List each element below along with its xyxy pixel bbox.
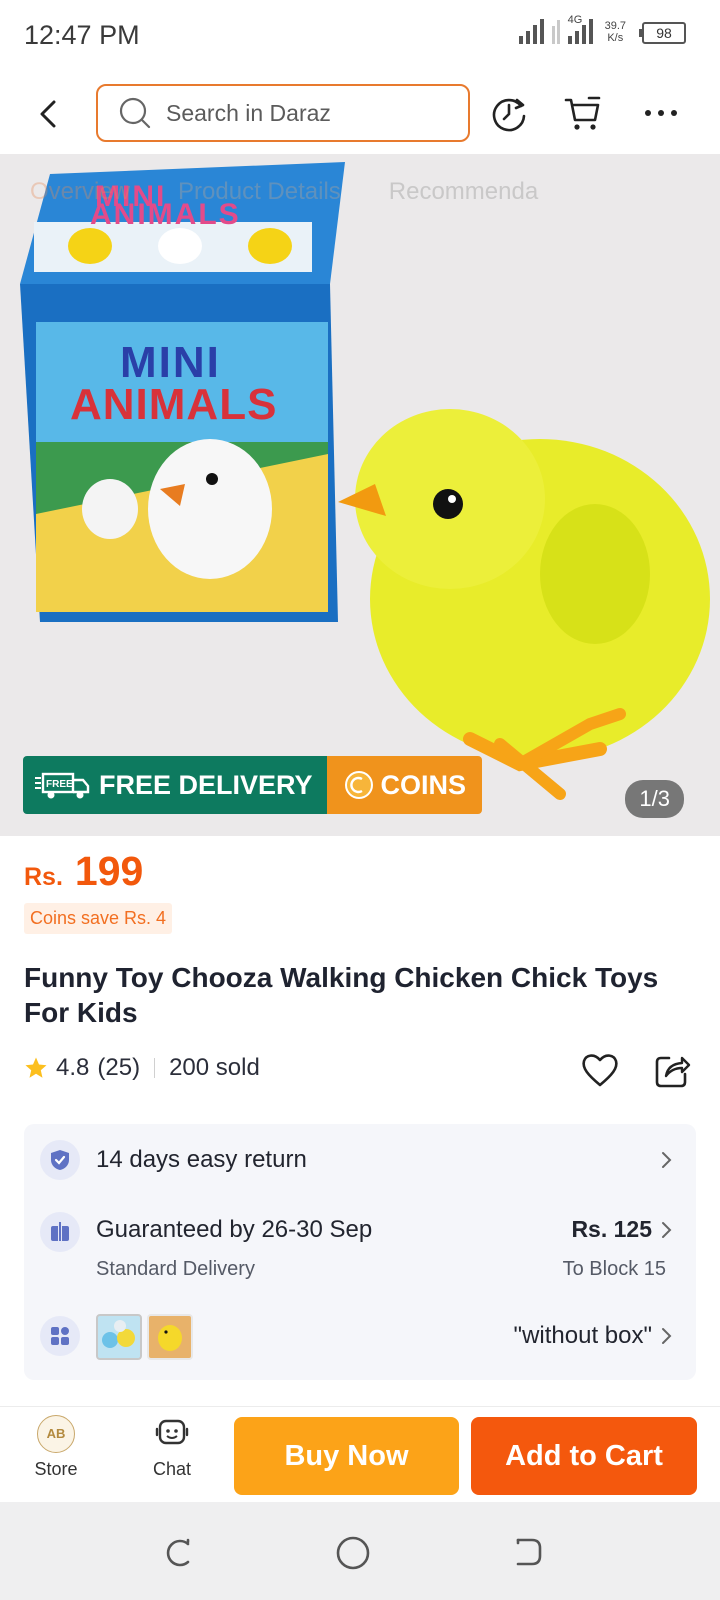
network-type: 4G (567, 14, 583, 26)
back-icon[interactable] (510, 1534, 546, 1570)
data-transfer-icon (551, 18, 560, 44)
delivery-box-icon (40, 1212, 80, 1252)
signal-4g-icon: 4G (567, 14, 593, 44)
buy-now-button[interactable]: Buy Now (234, 1417, 459, 1495)
star-icon (25, 1057, 47, 1078)
chat-label: Chat (152, 1459, 192, 1479)
rating-row[interactable]: 4.8 (25) 200 sold (24, 1054, 260, 1082)
bottom-action-bar: AB Store Chat Buy Now Add to Cart (0, 1406, 720, 1502)
tab-overview[interactable]: Overview (30, 178, 130, 206)
net-speed: 39.7 K/s (605, 20, 626, 44)
delivery-text: Guaranteed by 26-30 Sep (96, 1216, 373, 1243)
net-speed-unit: K/s (607, 32, 624, 44)
variant-text: "without box" (513, 1322, 652, 1349)
status-bar: 12:47 PM 4G 39.7 K/s 98 (0, 0, 720, 72)
variant-thumb-1[interactable] (96, 1314, 142, 1360)
image-counter: 1/3 (625, 780, 684, 818)
delivery-price: Rs. 125 (571, 1216, 652, 1242)
product-title: Funny Toy Chooza Walking Chicken Chick T… (24, 962, 659, 1028)
delivery-location: To Block 15 (562, 1258, 666, 1280)
system-navigation-bar (0, 1502, 720, 1600)
search-icon (119, 97, 151, 129)
box-label-animals: ANIMALS (70, 380, 278, 429)
coins-text: COINS (380, 769, 467, 800)
status-time: 12:47 PM (24, 20, 140, 50)
back-arrow-icon[interactable] (30, 94, 70, 134)
divider (154, 1058, 156, 1078)
price-block: Rs. 199 Coins save Rs. 4 (24, 848, 173, 934)
coins-badge: COINS (326, 756, 483, 814)
info-card: 14 days easy return Guaranteed by 26-30 … (24, 1124, 696, 1380)
price-value: 199 (74, 848, 144, 894)
search-input[interactable]: Search in Daraz (96, 84, 470, 142)
rating-count: (25) (97, 1054, 141, 1081)
return-text: 14 days easy return (96, 1146, 307, 1173)
rating-value: 4.8 (56, 1054, 90, 1081)
store-button[interactable]: AB Store (6, 1415, 106, 1495)
product-photo (0, 154, 720, 836)
free-icon-text: FREE (46, 779, 73, 790)
promo-badges: FREE FREE DELIVERY COINS (23, 756, 483, 814)
chat-button[interactable]: Chat (122, 1415, 222, 1495)
variant-thumb-2[interactable] (147, 1314, 193, 1360)
variant-row[interactable]: "without box" (24, 1294, 696, 1380)
chevron-right-icon (662, 1222, 672, 1238)
add-to-cart-button[interactable]: Add to Cart (471, 1417, 697, 1495)
battery-icon: 98 (639, 22, 686, 44)
return-row[interactable]: 14 days easy return (24, 1124, 696, 1196)
chevron-right-icon (662, 1328, 672, 1344)
price: Rs. 199 (24, 848, 172, 895)
delivery-row[interactable]: Guaranteed by 26-30 Sep Standard Deliver… (24, 1196, 696, 1294)
product-image-carousel[interactable]: MINI ANIMALS MINI ANIMALS Overview Produ… (0, 154, 720, 836)
history-icon[interactable] (488, 92, 530, 134)
top-nav: Search in Daraz (0, 72, 720, 154)
delivery-sub: Standard Delivery (96, 1258, 255, 1280)
shield-icon (40, 1140, 80, 1180)
share-icon[interactable] (652, 1050, 692, 1090)
tab-product-details[interactable]: Product Details (178, 178, 341, 206)
recents-icon[interactable] (160, 1534, 196, 1570)
sold-count: 200 sold (169, 1054, 260, 1081)
chat-icon (155, 1419, 189, 1445)
free-delivery-badge: FREE FREE DELIVERY (23, 756, 327, 814)
coin-icon (344, 771, 373, 799)
status-icons: 4G 39.7 K/s 98 (518, 14, 686, 44)
net-speed-value: 39.7 (604, 20, 626, 32)
section-tabs: Overview Product Details Recommenda (30, 178, 538, 206)
signal-icon (518, 18, 544, 44)
home-icon[interactable] (334, 1534, 372, 1572)
store-label: Store (34, 1459, 78, 1479)
variants-grid-icon (40, 1316, 80, 1356)
store-logo: AB (37, 1415, 75, 1453)
coins-save-tag: Coins save Rs. 4 (24, 903, 173, 934)
chevron-right-icon (662, 1152, 672, 1168)
heart-icon[interactable] (580, 1050, 620, 1090)
delivery-truck-icon: FREE (35, 772, 90, 799)
tab-recommendations[interactable]: Recommenda (389, 178, 538, 206)
more-menu-icon[interactable] (640, 92, 682, 134)
cart-icon[interactable] (562, 92, 604, 134)
search-placeholder: Search in Daraz (166, 99, 331, 126)
free-delivery-text: FREE DELIVERY (99, 769, 313, 800)
price-currency: Rs. (24, 863, 63, 891)
